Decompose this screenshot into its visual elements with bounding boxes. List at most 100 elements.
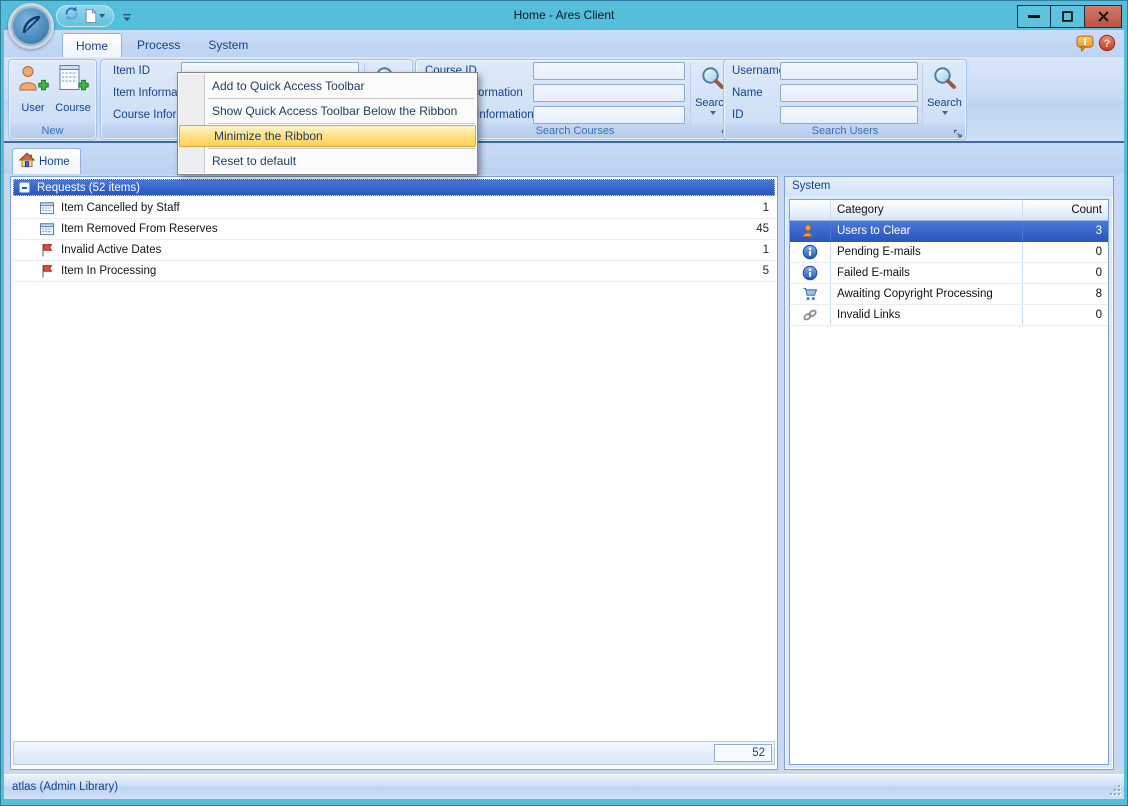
status-user-label: atlas (Admin Library): [12, 781, 118, 793]
category-column-header[interactable]: Category: [830, 200, 1022, 220]
about-bubble-icon[interactable]: [1076, 35, 1095, 57]
ribbon-group-new: User Course New: [8, 59, 97, 140]
system-row-pending-emails[interactable]: Pending E-mails 0: [790, 242, 1108, 263]
request-row[interactable]: Item Removed From Reserves 45: [13, 219, 775, 240]
document-tab-strip: Home: [4, 143, 1124, 174]
new-course-label: Course: [55, 102, 90, 114]
system-row-label: Invalid Links: [830, 305, 1022, 325]
request-row[interactable]: Item Cancelled by Staff 1: [13, 198, 775, 219]
id-input[interactable]: [780, 106, 918, 124]
grid-icon: [39, 200, 55, 216]
request-row-label: Item Removed From Reserves: [61, 223, 756, 235]
request-row-label: Item Cancelled by Staff: [61, 202, 763, 214]
request-row-count: 5: [763, 265, 769, 277]
request-row[interactable]: Item In Processing 5: [13, 261, 775, 282]
item-id-label: Item ID: [113, 63, 150, 80]
requests-footer: 52: [13, 741, 775, 765]
system-row-label: Pending E-mails: [830, 242, 1022, 262]
menu-item-minimize-the-ribbon[interactable]: Minimize the Ribbon: [179, 125, 476, 147]
system-row-count: 3: [1022, 221, 1108, 241]
help-icon[interactable]: ?: [1098, 34, 1116, 57]
ribbon: User Course New Item ID Item Information…: [4, 57, 1124, 143]
system-table: Category Count Users to Clear 3: [789, 199, 1109, 765]
name-label: Name: [732, 85, 763, 102]
document-tab-label: Home: [39, 156, 70, 168]
system-row-count: 0: [1022, 305, 1108, 325]
resize-grip-icon[interactable]: [1108, 783, 1120, 795]
system-panel-title: System: [785, 177, 1113, 196]
requests-total-box: 52: [714, 744, 772, 762]
course-information-input[interactable]: [533, 84, 685, 102]
add-user-icon: [17, 63, 49, 100]
info-icon: [790, 244, 830, 260]
ribbon-tab-home[interactable]: Home: [62, 33, 122, 57]
name-input[interactable]: [780, 84, 918, 102]
search-users-dialog-launcher-icon[interactable]: [953, 126, 964, 137]
icon-column-header[interactable]: [790, 200, 830, 220]
ribbon-tab-process[interactable]: Process: [124, 33, 193, 57]
system-panel: System Category Count Users to Clear 3: [784, 176, 1114, 770]
menu-separator: [208, 123, 475, 124]
system-row-awaiting-copyright[interactable]: Awaiting Copyright Processing 8: [790, 284, 1108, 305]
document-tab-home[interactable]: Home: [12, 148, 81, 174]
system-row-users-to-clear[interactable]: Users to Clear 3: [790, 221, 1108, 242]
collapse-minus-icon[interactable]: [19, 182, 30, 193]
search-icon: [700, 65, 726, 96]
search-courses-dropdown-arrow: [710, 111, 716, 115]
system-row-count: 8: [1022, 284, 1108, 304]
ribbon-group-search-users: Username Name ID Search Search Users: [723, 59, 967, 140]
ribbon-tab-system[interactable]: System: [195, 33, 261, 57]
username-label: Username: [732, 63, 785, 80]
menu-separator: [208, 148, 475, 149]
user-check-icon: [790, 223, 830, 239]
request-row-label: Item In Processing: [61, 265, 763, 277]
system-row-failed-emails[interactable]: Failed E-mails 0: [790, 263, 1108, 284]
requests-group-header[interactable]: Requests (52 items): [13, 179, 775, 196]
maximize-button[interactable]: [1051, 5, 1085, 28]
count-column-header[interactable]: Count: [1022, 200, 1108, 220]
system-row-invalid-links[interactable]: Invalid Links 0: [790, 305, 1108, 326]
system-table-header: Category Count: [790, 200, 1108, 221]
minimize-icon: [1028, 15, 1040, 18]
status-bar: atlas (Admin Library): [4, 774, 1124, 799]
search-users-button[interactable]: Search: [922, 63, 966, 125]
group-caption-search-users: Search Users: [725, 124, 965, 138]
request-row[interactable]: Invalid Active Dates 1: [13, 240, 775, 261]
ribbon-context-menu: Add to Quick Access Toolbar Show Quick A…: [177, 72, 478, 175]
window-title: Home - Ares Client: [0, 8, 1128, 22]
request-row-count: 45: [756, 223, 769, 235]
ribbon-tab-row: Home Process System ?: [4, 30, 1124, 57]
requests-header-label: Requests (52 items): [37, 182, 140, 194]
instructor-information-input[interactable]: [533, 106, 685, 124]
request-row-count: 1: [763, 202, 769, 214]
search-users-label: Search: [927, 97, 962, 109]
username-input[interactable]: [780, 62, 918, 80]
requests-panel: Requests (52 items) Item Cancelled by St…: [10, 176, 778, 770]
title-bar: Home - Ares Client: [0, 0, 1128, 30]
close-button[interactable]: [1085, 5, 1122, 28]
application-menu-button[interactable]: [8, 3, 54, 49]
minimize-button[interactable]: [1017, 5, 1051, 28]
course-id-input[interactable]: [533, 62, 685, 80]
cart-icon: [790, 286, 830, 302]
menu-item-show-qat-below[interactable]: Show Quick Access Toolbar Below the Ribb…: [178, 100, 477, 122]
new-user-button[interactable]: User: [14, 63, 52, 124]
grid-icon: [39, 221, 55, 237]
svg-text:?: ?: [1104, 38, 1111, 50]
group-caption-new: New: [10, 124, 95, 138]
maximize-icon: [1062, 11, 1073, 22]
menu-item-add-to-qat[interactable]: Add to Quick Access Toolbar: [178, 75, 477, 97]
search-icon: [932, 65, 958, 96]
content-area: Requests (52 items) Item Cancelled by St…: [4, 174, 1124, 774]
info-icon: [790, 265, 830, 281]
add-course-icon: [57, 63, 89, 100]
menu-item-reset-to-default[interactable]: Reset to default: [178, 150, 477, 172]
flag-icon: [39, 263, 55, 279]
search-users-dropdown-arrow: [942, 111, 948, 115]
system-row-label: Failed E-mails: [830, 263, 1022, 283]
flag-icon: [39, 242, 55, 258]
system-row-label: Users to Clear: [830, 221, 1022, 241]
system-row-count: 0: [1022, 263, 1108, 283]
system-row-label: Awaiting Copyright Processing: [830, 284, 1022, 304]
new-course-button[interactable]: Course: [54, 63, 92, 124]
